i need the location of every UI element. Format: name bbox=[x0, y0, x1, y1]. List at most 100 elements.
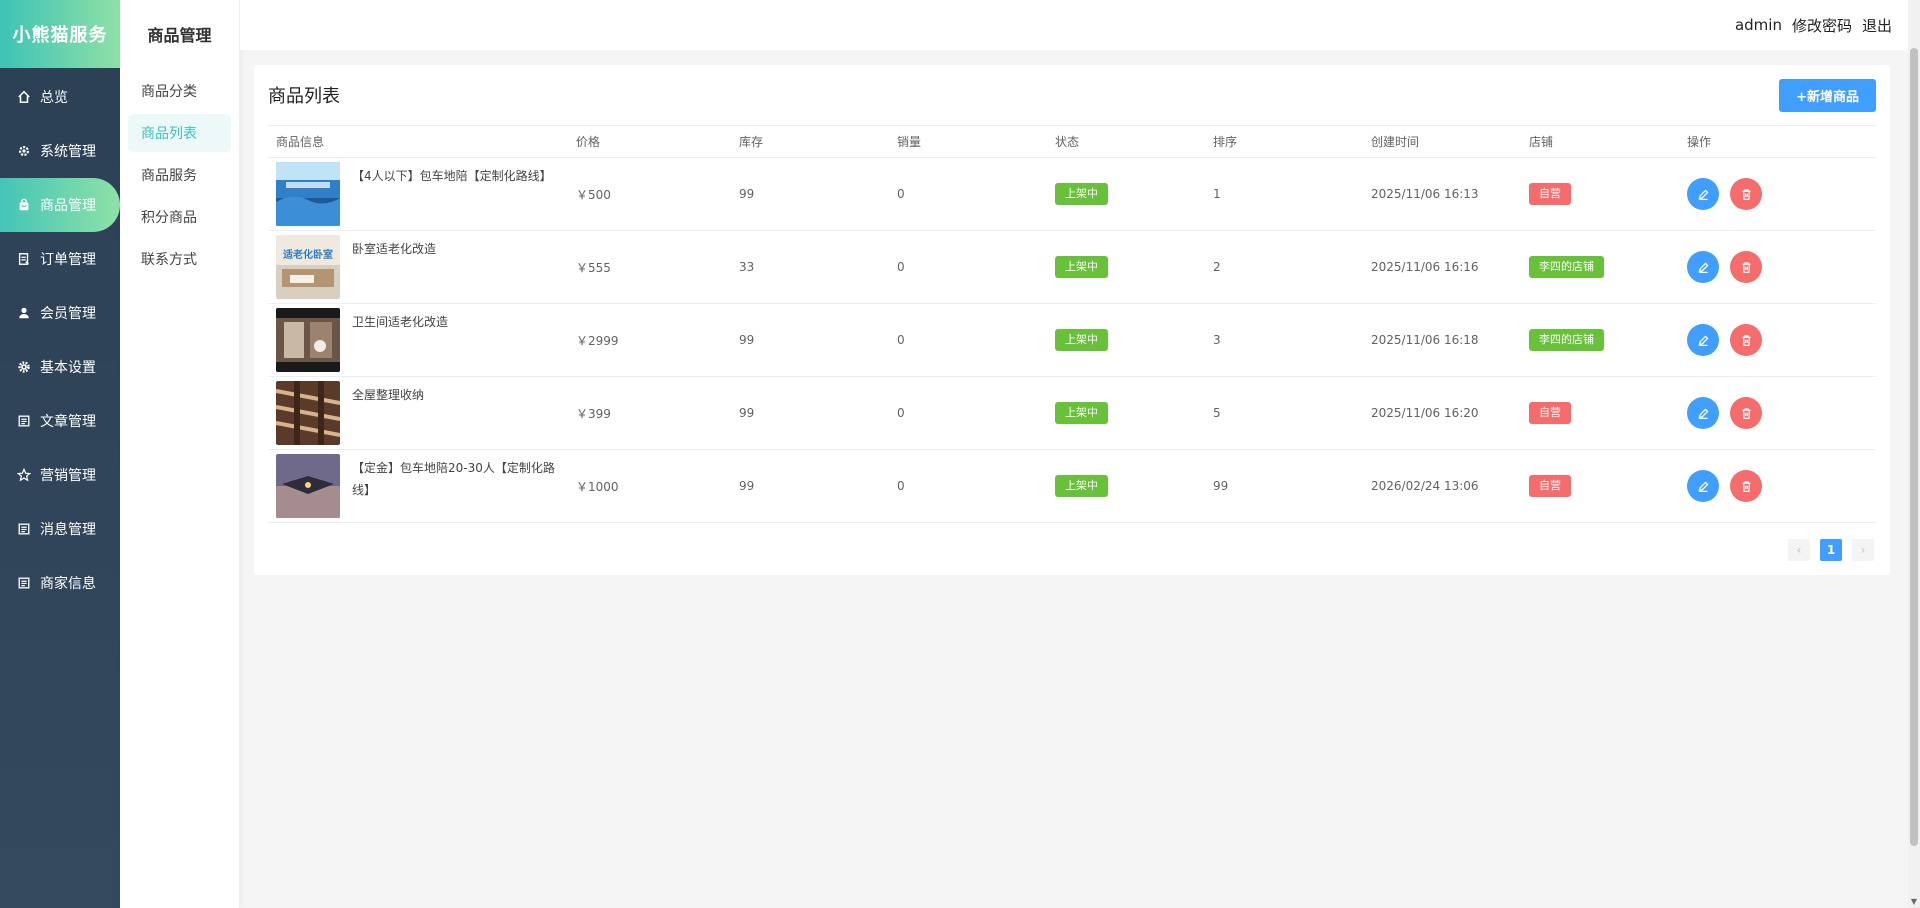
trash-icon bbox=[1741, 407, 1751, 419]
product-thumbnail[interactable] bbox=[276, 381, 340, 445]
brand-logo[interactable]: 小熊猫服务 bbox=[0, 0, 120, 68]
column-header: 销量 bbox=[889, 125, 1047, 158]
created-time: 2025/11/06 16:13 bbox=[1363, 157, 1521, 231]
message-icon bbox=[16, 521, 32, 537]
product-sort: 3 bbox=[1205, 303, 1363, 377]
status-badge: 上架中 bbox=[1055, 329, 1108, 351]
product-thumbnail[interactable] bbox=[276, 308, 340, 372]
sub-item-product-list[interactable]: 商品列表 bbox=[128, 114, 231, 152]
nav-label: 商品管理 bbox=[40, 198, 96, 214]
main-sidebar: 小熊猫服务 总览 系统管理 商品管理 订单管理 会员管理 基本设置 文章管理 营… bbox=[0, 0, 120, 908]
shop-badge: 自营 bbox=[1529, 402, 1571, 424]
add-product-button[interactable]: +新增商品 bbox=[1779, 78, 1876, 112]
delete-button[interactable] bbox=[1730, 470, 1762, 502]
sub-item-contact[interactable]: 联系方式 bbox=[128, 240, 231, 278]
column-header: 库存 bbox=[731, 125, 889, 158]
order-icon bbox=[16, 251, 32, 267]
scroll-down-icon[interactable]: ▼ bbox=[1910, 898, 1918, 906]
edit-button[interactable] bbox=[1687, 178, 1719, 210]
sub-item-points-product[interactable]: 积分商品 bbox=[128, 198, 231, 236]
edit-icon bbox=[1697, 262, 1708, 273]
product-price: ￥555 bbox=[568, 230, 731, 304]
edit-icon bbox=[1697, 189, 1708, 200]
product-sales: 0 bbox=[889, 303, 1047, 377]
page-scrollbar[interactable]: ▼ bbox=[1908, 0, 1920, 908]
delete-button[interactable] bbox=[1730, 251, 1762, 283]
product-sales: 0 bbox=[889, 376, 1047, 450]
table-row: 卫生间适老化改造 ￥2999 99 0 上架中 3 2025/11/06 16:… bbox=[268, 303, 1876, 377]
sub-item-category[interactable]: 商品分类 bbox=[128, 72, 231, 110]
nav-item-overview[interactable]: 总览 bbox=[0, 70, 120, 124]
nav-item-basic-settings[interactable]: 基本设置 bbox=[0, 340, 120, 394]
nav-item-system[interactable]: 系统管理 bbox=[0, 124, 120, 178]
shop-badge: 自营 bbox=[1529, 183, 1571, 205]
product-stock: 99 bbox=[731, 449, 889, 523]
product-name[interactable]: 卧室适老化改造 bbox=[352, 238, 557, 260]
product-stock: 99 bbox=[731, 303, 889, 377]
edit-button[interactable] bbox=[1687, 324, 1719, 356]
created-time: 2026/02/24 13:06 bbox=[1363, 449, 1521, 523]
nav-label: 文章管理 bbox=[40, 414, 96, 430]
article-icon bbox=[16, 413, 32, 429]
trash-icon bbox=[1741, 261, 1751, 273]
shop-badge: 自营 bbox=[1529, 475, 1571, 497]
shop-badge: 李四的店铺 bbox=[1529, 329, 1604, 351]
merchant-icon bbox=[16, 575, 32, 591]
table-row: 【定金】包车地陪20-30人【定制化路线】 ￥1000 99 0 上架中 99 … bbox=[268, 449, 1876, 523]
nav-item-members[interactable]: 会员管理 bbox=[0, 286, 120, 340]
nav-item-articles[interactable]: 文章管理 bbox=[0, 394, 120, 448]
card-header: 商品列表 +新增商品 bbox=[268, 65, 1876, 125]
created-time: 2025/11/06 16:20 bbox=[1363, 376, 1521, 450]
delete-button[interactable] bbox=[1730, 397, 1762, 429]
nav-item-products[interactable]: 商品管理 bbox=[0, 178, 120, 232]
column-header: 价格 bbox=[568, 125, 731, 158]
nav-item-orders[interactable]: 订单管理 bbox=[0, 232, 120, 286]
change-password-link[interactable]: 修改密码 bbox=[1792, 15, 1852, 36]
user-icon bbox=[16, 305, 32, 321]
column-header: 商品信息 bbox=[268, 125, 568, 158]
nav-item-merchant[interactable]: 商家信息 bbox=[0, 556, 120, 610]
gear-icon bbox=[16, 359, 32, 375]
logout-link[interactable]: 退出 bbox=[1862, 15, 1892, 36]
product-price: ￥399 bbox=[568, 376, 731, 450]
prev-page-button[interactable]: ‹ bbox=[1788, 539, 1810, 561]
user-name[interactable]: admin bbox=[1735, 16, 1782, 34]
nav-item-marketing[interactable]: 营销管理 bbox=[0, 448, 120, 502]
delete-button[interactable] bbox=[1730, 178, 1762, 210]
delete-button[interactable] bbox=[1730, 324, 1762, 356]
top-header: admin 修改密码 退出 bbox=[240, 0, 1908, 50]
table-row: 全屋整理收纳 ￥399 99 0 上架中 5 2025/11/06 16:20 … bbox=[268, 376, 1876, 450]
nav-label: 总览 bbox=[40, 90, 68, 106]
nav-label: 营销管理 bbox=[40, 468, 96, 484]
product-name[interactable]: 卫生间适老化改造 bbox=[352, 311, 557, 333]
product-sort: 5 bbox=[1205, 376, 1363, 450]
status-badge: 上架中 bbox=[1055, 256, 1108, 278]
page-number-button[interactable]: 1 bbox=[1820, 539, 1842, 561]
product-thumbnail[interactable]: 适老化卧室 bbox=[276, 235, 340, 299]
settings-icon bbox=[16, 143, 32, 159]
column-header: 创建时间 bbox=[1363, 125, 1521, 158]
product-price: ￥2999 bbox=[568, 303, 731, 377]
product-sort: 99 bbox=[1205, 449, 1363, 523]
created-time: 2025/11/06 16:18 bbox=[1363, 303, 1521, 377]
nav-item-messages[interactable]: 消息管理 bbox=[0, 502, 120, 556]
product-thumbnail[interactable] bbox=[276, 162, 340, 226]
column-header: 操作 bbox=[1679, 125, 1876, 158]
product-thumbnail[interactable] bbox=[276, 454, 340, 518]
edit-button[interactable] bbox=[1687, 397, 1719, 429]
next-page-button[interactable]: › bbox=[1852, 539, 1874, 561]
edit-button[interactable] bbox=[1687, 470, 1719, 502]
nav-label: 商家信息 bbox=[40, 576, 96, 592]
product-list-card: 商品列表 +新增商品 商品信息 价格 库存 销量 状态 排序 创建时间 店铺 操… bbox=[254, 65, 1890, 575]
product-name[interactable]: 【定金】包车地陪20-30人【定制化路线】 bbox=[352, 457, 557, 501]
subbar-title: 商品管理 bbox=[147, 26, 212, 45]
product-name[interactable]: 【4人以下】包车地陪【定制化路线】 bbox=[352, 165, 557, 187]
created-time: 2025/11/06 16:16 bbox=[1363, 230, 1521, 304]
sub-item-product-service[interactable]: 商品服务 bbox=[128, 156, 231, 194]
product-name[interactable]: 全屋整理收纳 bbox=[352, 384, 557, 406]
star-icon bbox=[16, 467, 32, 483]
column-header: 排序 bbox=[1205, 125, 1363, 158]
edit-button[interactable] bbox=[1687, 251, 1719, 283]
scrollbar-thumb[interactable] bbox=[1910, 48, 1918, 846]
product-sales: 0 bbox=[889, 230, 1047, 304]
